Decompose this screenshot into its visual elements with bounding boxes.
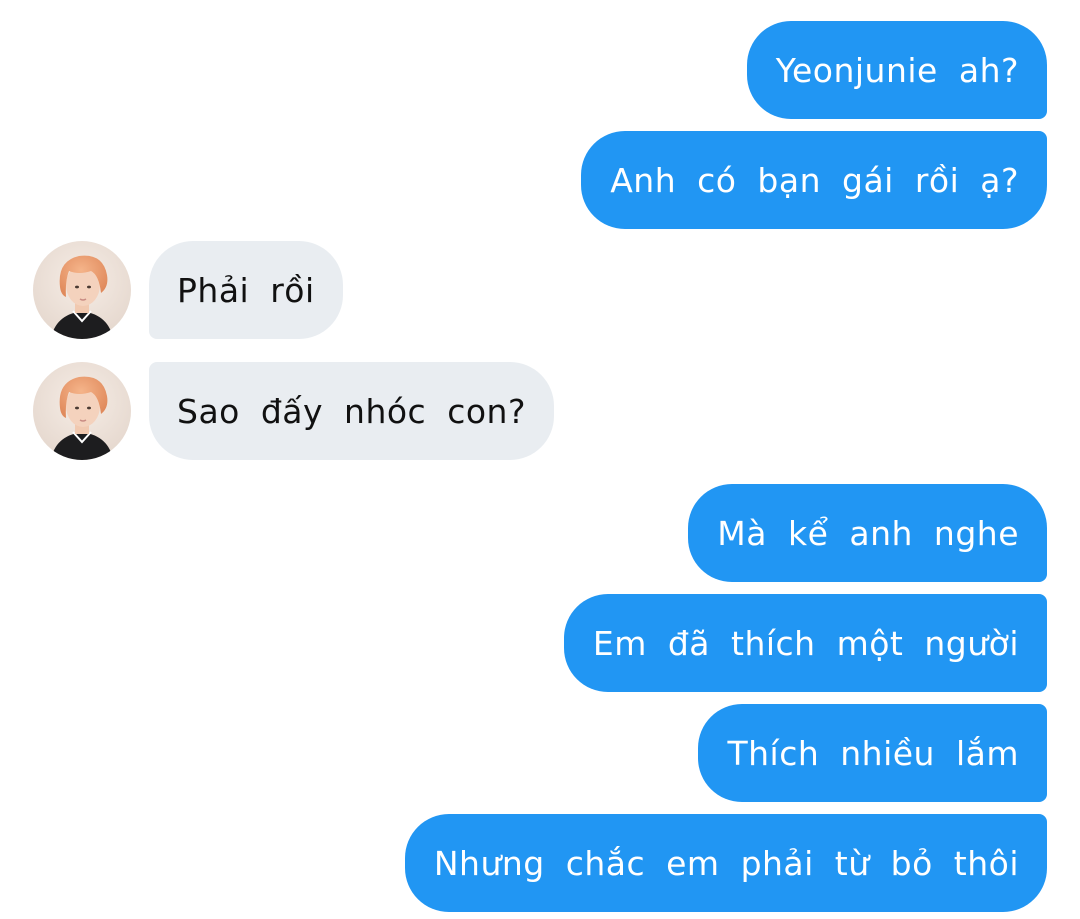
message-bubble-sent[interactable]: Thích nhiều lắm: [698, 704, 1047, 802]
message-bubble-received[interactable]: Sao đấy nhóc con?: [149, 362, 554, 460]
message-text: Anh có bạn gái rồi ạ?: [610, 160, 1019, 200]
contact-avatar[interactable]: [33, 241, 131, 339]
message-text: Yeonjunie ah?: [775, 50, 1019, 90]
message-bubble-sent[interactable]: Em đã thích một người: [563, 594, 1047, 692]
message-text: Nhưng chắc em phải từ bỏ thôi: [433, 843, 1019, 883]
message-text: Thích nhiều lắm: [727, 733, 1019, 773]
message-bubble-sent[interactable]: Anh có bạn gái rồi ạ?: [581, 131, 1047, 229]
message-bubble-sent[interactable]: Nhưng chắc em phải từ bỏ thôi: [404, 814, 1047, 912]
profile-photo-icon: [33, 362, 131, 460]
message-text: Phải rồi: [177, 270, 315, 310]
profile-photo-icon: [33, 241, 131, 339]
message-bubble-sent[interactable]: Mà kể anh nghe: [688, 484, 1047, 582]
message-text: Mà kể anh nghe: [717, 513, 1019, 553]
contact-avatar[interactable]: [33, 362, 131, 460]
message-bubble-received[interactable]: Phải rồi: [149, 241, 343, 339]
message-text: Em đã thích một người: [592, 623, 1019, 663]
message-text: Sao đấy nhóc con?: [177, 391, 526, 431]
message-bubble-sent[interactable]: Yeonjunie ah?: [746, 21, 1047, 119]
